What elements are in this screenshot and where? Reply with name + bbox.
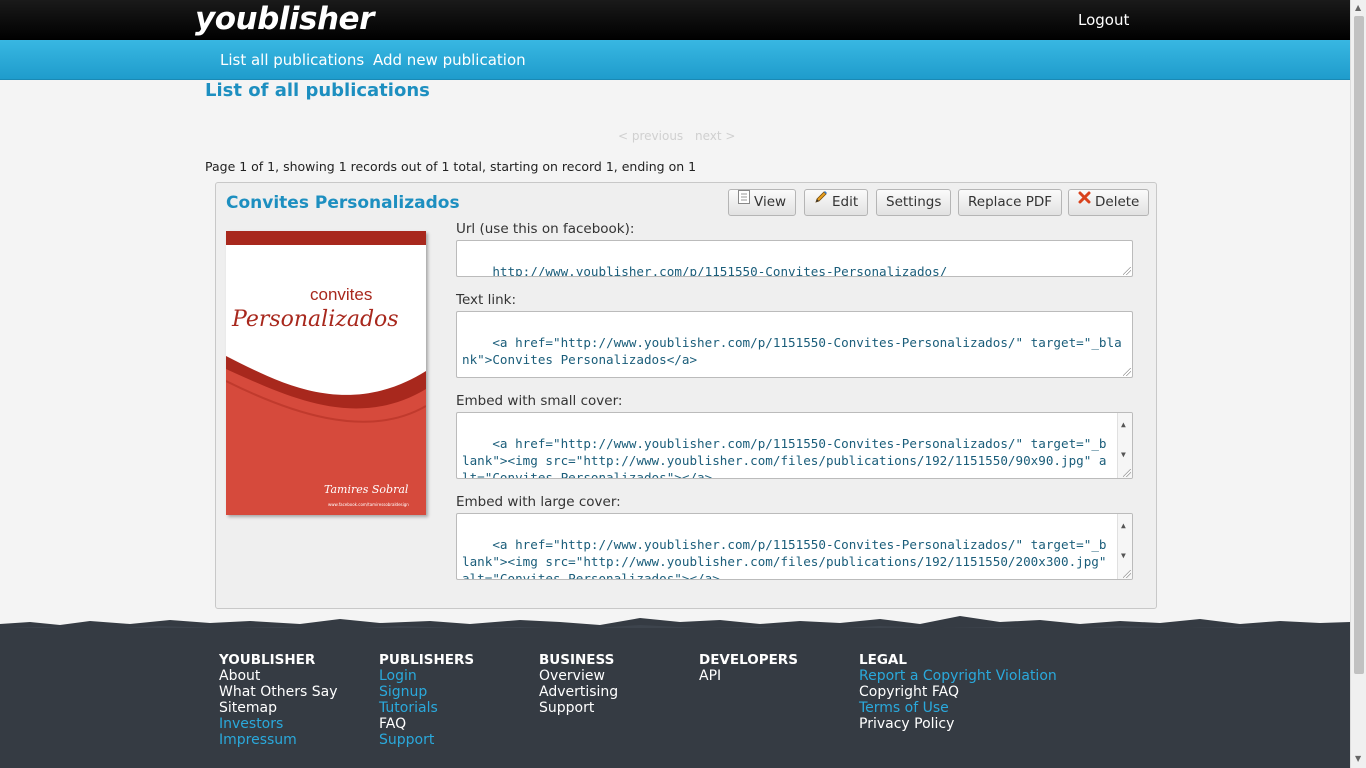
publication-cover[interactable]: convites Personalizados Tamires Sobral w… [226,231,426,515]
delete-button-label: Delete [1095,194,1140,210]
footer-col-publishers: PUBLISHERS Login Signup Tutorials FAQ Su… [379,652,474,748]
scroll-up-arrow-icon[interactable]: ▲ [1121,416,1126,433]
page-info: Page 1 of 1, showing 1 records out of 1 … [205,159,697,174]
delete-button[interactable]: Delete [1068,188,1150,216]
footer-link-about[interactable]: About [219,668,337,684]
large-cover-textarea[interactable]: <a href="http://www.youblisher.com/p/115… [456,513,1133,580]
footer-link-investors[interactable]: Investors [219,716,337,732]
footer-link-impressum[interactable]: Impressum [219,732,337,748]
page-title: List of all publications [205,80,430,101]
replace-pdf-button[interactable]: Replace PDF [958,189,1062,216]
small-cover-label: Embed with small cover: [456,393,623,409]
page-scrollbar[interactable]: ▲ ▼ [1350,0,1366,768]
pager-next: next > [695,129,736,143]
large-cover-value: <a href="http://www.youblisher.com/p/115… [462,537,1115,580]
publication-panel: Convites Personalizados View Edit Settin… [215,182,1157,609]
text-link-textarea[interactable]: <a href="http://www.youblisher.com/p/115… [456,311,1133,378]
edit-button-label: Edit [832,194,859,210]
scroll-down-arrow-icon[interactable]: ▼ [1355,754,1361,763]
footer-link-what-others-say[interactable]: What Others Say [219,684,337,700]
main-nav: List all publications Add new publicatio… [0,40,1350,80]
url-textarea[interactable]: http://www.youblisher.com/p/1151550-Conv… [456,240,1133,277]
cover-line2: Personalizados [232,307,399,332]
site-logo[interactable]: youblisher [195,0,374,38]
settings-button[interactable]: Settings [876,189,952,216]
scroll-down-arrow-icon[interactable]: ▼ [1121,547,1126,564]
resize-handle[interactable] [1123,469,1131,477]
delete-x-icon [1078,188,1091,213]
top-bar: youblisher Logout [0,0,1350,40]
pencil-icon [814,188,828,213]
nav-list-all-publications[interactable]: List all publications [220,51,364,69]
url-label: Url (use this on facebook): [456,221,635,237]
small-cover-value: <a href="http://www.youblisher.com/p/115… [462,436,1107,479]
footer-link-overview[interactable]: Overview [539,668,618,684]
view-button-label: View [754,194,787,210]
footer-link-copyright-faq[interactable]: Copyright FAQ [859,684,1057,700]
scroll-down-arrow-icon[interactable]: ▼ [1121,446,1126,463]
footer-col-developers: DEVELOPERS API [699,652,798,684]
footer-col-legal: LEGAL Report a Copyright Violation Copyr… [859,652,1057,732]
footer-heading: LEGAL [859,652,907,668]
document-icon [738,188,750,213]
small-cover-textarea[interactable]: <a href="http://www.youblisher.com/p/115… [456,412,1133,479]
footer-link-signup[interactable]: Signup [379,684,474,700]
footer-link-terms-of-use[interactable]: Terms of Use [859,700,1057,716]
footer-link-support[interactable]: Support [379,732,474,748]
footer-link-report-copyright[interactable]: Report a Copyright Violation [859,668,1057,684]
cover-line1: convites [310,285,373,304]
footer-link-sitemap[interactable]: Sitemap [219,700,337,716]
text-link-label: Text link: [456,292,517,308]
footer-link-api[interactable]: API [699,668,798,684]
scroll-up-arrow-icon[interactable]: ▲ [1355,3,1361,12]
text-link-value: <a href="http://www.youblisher.com/p/115… [462,335,1122,367]
pager-previous: < previous [618,129,684,143]
footer-heading: YOUBLISHER [219,652,316,668]
cover-credit: www.facebook.com/tamiressobraldesign [328,502,409,507]
large-cover-label: Embed with large cover: [456,494,621,510]
resize-handle[interactable] [1123,570,1131,578]
footer-heading: DEVELOPERS [699,652,798,668]
publication-title[interactable]: Convites Personalizados [226,193,460,213]
cover-art [226,231,426,515]
scroll-up-arrow-icon[interactable]: ▲ [1121,517,1126,534]
footer-link-privacy-policy[interactable]: Privacy Policy [859,716,1057,732]
resize-handle[interactable] [1123,267,1131,275]
view-button[interactable]: View [728,188,797,216]
footer-link-tutorials[interactable]: Tutorials [379,700,474,716]
footer [0,628,1350,768]
cover-author: Tamires Sobral [324,483,409,496]
footer-link-business-support[interactable]: Support [539,700,618,716]
footer-col-business: BUSINESS Overview Advertising Support [539,652,618,716]
footer-link-faq[interactable]: FAQ [379,716,474,732]
edit-button[interactable]: Edit [804,188,869,216]
footer-col-youblisher: YOUBLISHER About What Others Say Sitemap… [219,652,337,748]
footer-link-login[interactable]: Login [379,668,474,684]
footer-heading: PUBLISHERS [379,652,475,668]
resize-handle[interactable] [1123,368,1131,376]
scrollbar-thumb[interactable] [1354,16,1364,674]
url-value: http://www.youblisher.com/p/1151550-Conv… [492,264,948,277]
footer-heading: BUSINESS [539,652,615,668]
logout-link[interactable]: Logout [1078,11,1129,29]
nav-add-new-publication[interactable]: Add new publication [373,51,526,69]
footer-link-advertising[interactable]: Advertising [539,684,618,700]
